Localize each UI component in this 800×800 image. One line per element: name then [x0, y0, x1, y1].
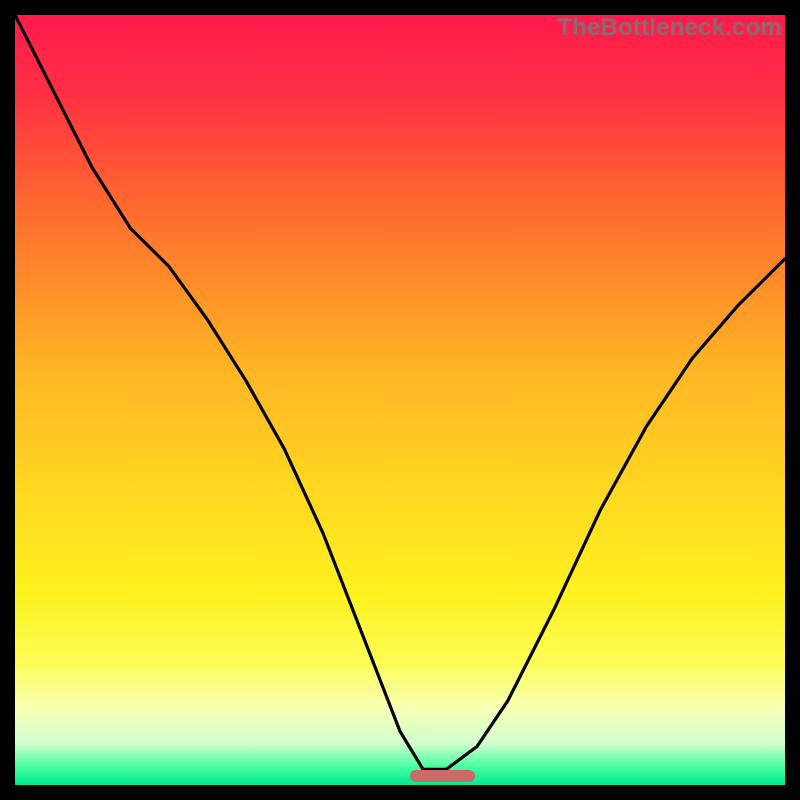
optimal-range-marker [410, 770, 475, 782]
plot-area [15, 15, 785, 785]
bottleneck-curve [15, 15, 785, 785]
chart-frame: TheBottleneck.com [0, 0, 800, 800]
